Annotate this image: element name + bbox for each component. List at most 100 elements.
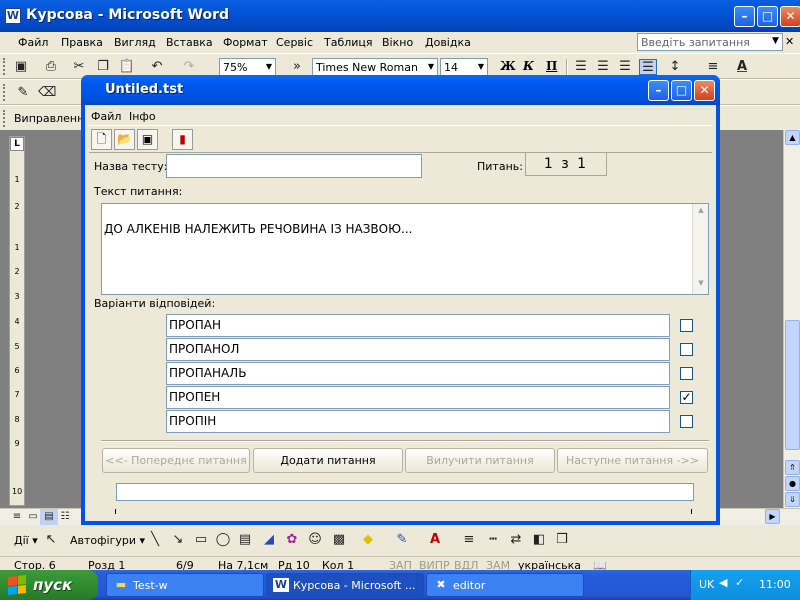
question-scrollbar[interactable]: ▲ ▼ bbox=[692, 204, 708, 294]
scroll-up-button[interactable]: ▲ bbox=[785, 130, 800, 145]
menu-insert[interactable]: Вставка bbox=[166, 36, 213, 49]
answer-correct-checkbox-5[interactable] bbox=[680, 415, 693, 428]
next-page-button[interactable]: ⇓ bbox=[785, 492, 800, 507]
draw-menu[interactable]: Дії ▾ bbox=[14, 534, 38, 547]
answer-input-4[interactable]: ПРОПЕН bbox=[166, 386, 670, 409]
paste-icon[interactable]: 📋 bbox=[118, 59, 136, 75]
toolbar-grip[interactable] bbox=[3, 110, 6, 127]
save-icon[interactable]: ▣ bbox=[137, 129, 158, 150]
line-style-icon[interactable]: ≡ bbox=[460, 532, 478, 548]
doc-close-icon[interactable]: ✕ bbox=[785, 35, 794, 48]
pen-icon[interactable]: ✎ bbox=[14, 85, 32, 101]
scroll-right-button[interactable]: ▶ bbox=[765, 509, 780, 524]
task-editor[interactable]: ✖ editor bbox=[426, 573, 584, 597]
dialog-menu-file[interactable]: Файл bbox=[91, 110, 121, 123]
wordart-icon[interactable]: ◢ bbox=[260, 532, 278, 548]
oval-icon[interactable]: ◯ bbox=[214, 532, 232, 548]
arrow-icon[interactable]: ↘ bbox=[169, 532, 187, 548]
scroll-up-icon[interactable]: ▲ bbox=[695, 206, 707, 219]
arrow-style-icon[interactable]: ⇄ bbox=[507, 532, 525, 548]
answer-input-1[interactable]: ПРОПАН bbox=[166, 314, 670, 337]
more-buttons-icon[interactable]: » bbox=[288, 59, 306, 75]
line-color-icon[interactable]: ✎ bbox=[393, 532, 411, 548]
answer-input-5[interactable]: ПРОПІН bbox=[166, 410, 670, 433]
menu-window[interactable]: Вікно bbox=[382, 36, 413, 49]
task-word[interactable]: W Курсова - Microsoft ... bbox=[266, 573, 424, 597]
bold-button[interactable]: Ж bbox=[500, 59, 516, 73]
tab-selector[interactable]: L bbox=[10, 137, 24, 151]
menu-edit[interactable]: Правка bbox=[61, 36, 103, 49]
menu-file[interactable]: Файл bbox=[18, 36, 48, 49]
language-indicator[interactable]: UK bbox=[699, 578, 714, 591]
test-name-input[interactable] bbox=[166, 154, 422, 178]
review-label[interactable]: Виправлення bbox=[14, 112, 91, 125]
maximize-button[interactable]: □ bbox=[757, 6, 778, 27]
select-objects-icon[interactable]: ↖ bbox=[42, 532, 60, 548]
answer-input-2[interactable]: ПРОПАНОЛ bbox=[166, 338, 670, 361]
menu-tools[interactable]: Сервіс bbox=[276, 36, 313, 49]
italic-button[interactable]: К bbox=[523, 59, 534, 73]
scroll-thumb[interactable] bbox=[785, 320, 800, 450]
exit-door-icon[interactable]: ▮ bbox=[172, 129, 193, 150]
autoshapes-menu[interactable]: Автофігури ▾ bbox=[70, 534, 145, 547]
answer-correct-checkbox-4[interactable]: ✓ bbox=[680, 391, 693, 404]
prev-page-button[interactable]: ⇑ bbox=[785, 460, 800, 475]
toolbar-grip[interactable] bbox=[3, 84, 6, 101]
dialog-minimize-button[interactable]: – bbox=[648, 80, 669, 101]
answer-correct-checkbox-2[interactable] bbox=[680, 343, 693, 356]
diagram-icon[interactable]: ✿ bbox=[283, 532, 301, 548]
textbox-icon[interactable]: ▤ bbox=[236, 532, 254, 548]
redo-icon[interactable]: ↷ bbox=[180, 59, 198, 75]
prev-question-button[interactable]: <<- Попереднє питання bbox=[102, 448, 250, 473]
answer-correct-checkbox-1[interactable] bbox=[680, 319, 693, 332]
rectangle-icon[interactable]: ▭ bbox=[192, 532, 210, 548]
outline-view-icon[interactable]: ☷ bbox=[56, 509, 74, 525]
dialog-maximize-button[interactable]: □ bbox=[671, 80, 692, 101]
open-folder-icon[interactable]: 📂 bbox=[114, 129, 135, 150]
ask-question-input[interactable]: Введіть запитання bbox=[637, 33, 783, 51]
answer-correct-checkbox-3[interactable] bbox=[680, 367, 693, 380]
menu-format[interactable]: Формат bbox=[223, 36, 268, 49]
menu-help[interactable]: Довідка bbox=[425, 36, 471, 49]
justify-icon[interactable]: ☰ bbox=[639, 59, 657, 75]
tray-back-icon[interactable]: ◀ bbox=[719, 576, 727, 589]
clipart-icon[interactable]: ☺ bbox=[306, 532, 324, 548]
start-button[interactable]: пуск bbox=[0, 570, 98, 600]
dialog-close-button[interactable]: ✕ bbox=[694, 80, 715, 101]
align-left-icon[interactable]: ☰ bbox=[572, 59, 590, 75]
answer-input-3[interactable]: ПРОПАНАЛЬ bbox=[166, 362, 670, 385]
line-spacing-icon[interactable]: ↕ bbox=[666, 59, 684, 75]
copy-icon[interactable]: ❐ bbox=[94, 59, 112, 75]
select-browse-object-button[interactable]: ● bbox=[785, 476, 800, 491]
underline-button[interactable]: П bbox=[546, 59, 557, 73]
3d-icon[interactable]: ❒ bbox=[553, 532, 571, 548]
dash-style-icon[interactable]: ┅ bbox=[484, 532, 502, 548]
chevron-down-icon[interactable]: ▼ bbox=[772, 36, 779, 46]
numbering-icon[interactable]: ≡ bbox=[704, 59, 722, 75]
toolbar-grip[interactable] bbox=[3, 58, 6, 75]
close-button[interactable]: ✕ bbox=[780, 6, 800, 27]
word-title-bar[interactable]: W Курсова - Microsoft Word – □ ✕ bbox=[0, 0, 800, 32]
question-text-area[interactable]: ДО АЛКЕНІВ НАЛЕЖИТЬ РЕЧОВИНА ІЗ НАЗВОЮ..… bbox=[101, 203, 709, 295]
add-question-button[interactable]: Додати питання bbox=[253, 448, 403, 473]
delete-question-button[interactable]: Вилучити питання bbox=[405, 448, 555, 473]
align-center-icon[interactable]: ☰ bbox=[594, 59, 612, 75]
eraser-icon[interactable]: ⌫ bbox=[38, 85, 56, 101]
picture-icon[interactable]: ▩ bbox=[330, 532, 348, 548]
save-icon[interactable]: ▣ bbox=[12, 59, 30, 75]
menu-table[interactable]: Таблиця bbox=[324, 36, 373, 49]
line-icon[interactable]: ╲ bbox=[146, 532, 164, 548]
print-icon[interactable]: ⎙ bbox=[42, 59, 60, 75]
cut-icon[interactable]: ✂ bbox=[70, 59, 88, 75]
next-question-button[interactable]: Наступне питання ->> bbox=[557, 448, 708, 473]
font-color-icon[interactable]: A bbox=[733, 59, 751, 75]
dialog-menu-info[interactable]: Інфо bbox=[129, 110, 156, 123]
vertical-scrollbar[interactable]: ▲ ⇑ ● ⇓ bbox=[783, 130, 800, 508]
network-icon[interactable]: ✓ bbox=[735, 576, 744, 589]
minimize-button[interactable]: – bbox=[734, 6, 755, 27]
draw-font-color-icon[interactable]: A bbox=[426, 532, 444, 548]
task-test-w[interactable]: ▬ Test-w bbox=[106, 573, 264, 597]
undo-icon[interactable]: ↶ bbox=[148, 59, 166, 75]
shadow-icon[interactable]: ◧ bbox=[530, 532, 548, 548]
fill-color-icon[interactable]: ◆ bbox=[359, 532, 377, 548]
